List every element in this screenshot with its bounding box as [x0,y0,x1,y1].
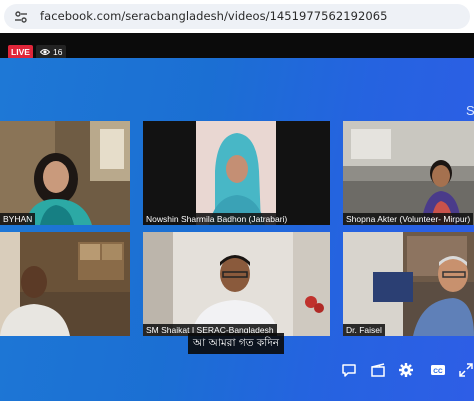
svg-text:CC: CC [433,368,443,375]
participant-tile: Nowshin Sharmila Badhon (Jatrabari) [143,121,330,225]
eye-icon [40,49,50,55]
participant-video [143,232,330,336]
url-text[interactable]: facebook.com/seracbangladesh/videos/1451… [40,9,387,23]
participant-video [143,121,330,225]
live-badge: LIVE [8,45,33,59]
participant-video [0,121,130,225]
participant-tile [0,232,130,336]
site-settings-icon[interactable] [14,10,28,24]
settings-gear-icon[interactable] [398,362,414,378]
participant-name: BYHAN [0,213,36,225]
participant-name: Nowshin Sharmila Badhon (Jatrabari) [143,213,291,225]
live-caption: আ আমরা গত কদিন [188,333,285,354]
video-top-bar [0,33,474,58]
clip-icon[interactable] [370,362,386,378]
comment-icon[interactable] [341,362,357,378]
participant-video [343,121,474,225]
address-field[interactable]: facebook.com/seracbangladesh/videos/1451… [4,4,470,29]
participant-name: Dr. Faisel [343,324,385,336]
corner-logo-text: S [466,103,474,118]
fullscreen-icon[interactable] [458,362,474,378]
participant-video [0,232,130,336]
address-bar: facebook.com/seracbangladesh/videos/1451… [0,0,474,33]
participant-tile: SM Shaikat I SERAC-Bangladesh [143,232,330,336]
participant-name: Shopna Akter (Volunteer- Mirpur) [343,213,474,225]
participant-tile: Shopna Akter (Volunteer- Mirpur) [343,121,474,225]
page: facebook.com/seracbangladesh/videos/1451… [0,0,474,401]
viewer-count-value: 16 [53,47,63,57]
participant-tile: Dr. Faisel [343,232,474,336]
participant-tile: BYHAN [0,121,130,225]
closed-captions-icon[interactable]: CC [430,362,446,378]
viewer-count: 16 [36,45,67,59]
participant-video [343,232,474,336]
